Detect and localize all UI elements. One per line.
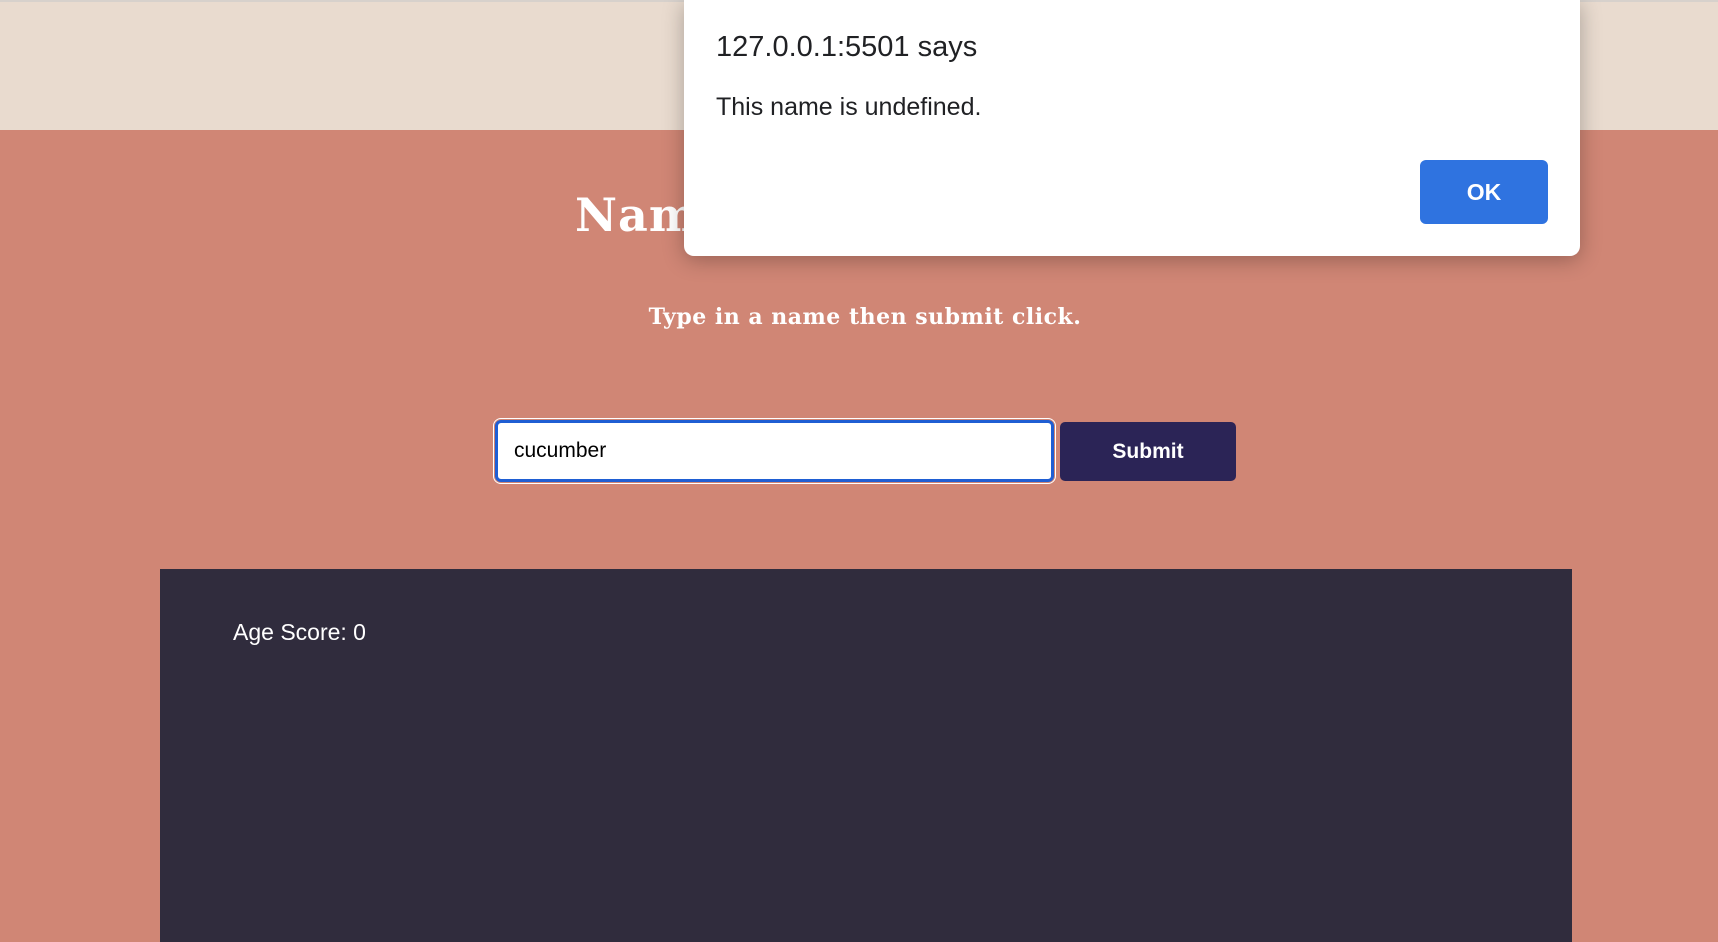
- result-panel: Age Score: 0: [160, 569, 1572, 942]
- alert-dialog: 127.0.0.1:5501 says This name is undefin…: [684, 0, 1580, 256]
- instructions-text: Type in a name then submit click.: [648, 304, 1082, 330]
- dialog-title: 127.0.0.1:5501 says: [716, 31, 978, 63]
- ok-button[interactable]: OK: [1420, 160, 1548, 224]
- age-score-label: Age Score: 0: [233, 619, 366, 645]
- submit-button[interactable]: Submit: [1060, 422, 1236, 481]
- name-input[interactable]: [493, 418, 1056, 484]
- dialog-message: This name is undefined.: [716, 93, 982, 121]
